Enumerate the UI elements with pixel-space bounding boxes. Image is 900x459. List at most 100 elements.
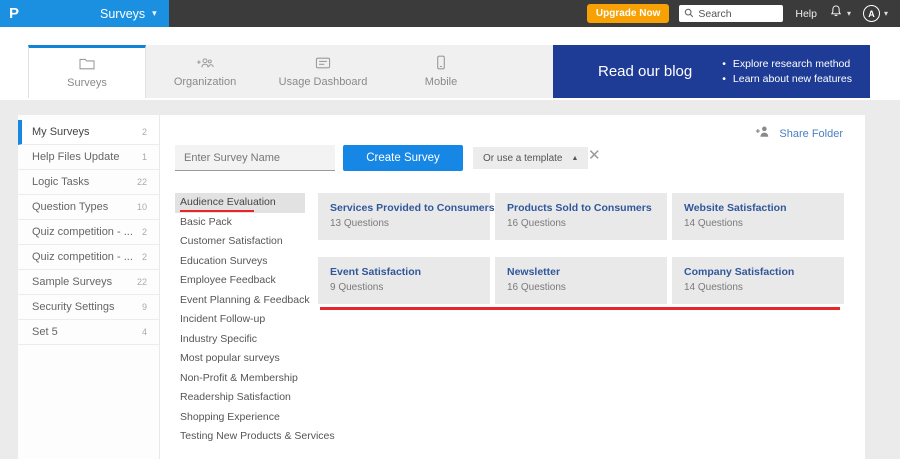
sidebar-item-set-5[interactable]: Set 5 4 <box>18 320 159 345</box>
category-employee-feedback[interactable]: Employee Feedback <box>175 271 305 291</box>
annotation-underline <box>180 209 254 212</box>
template-question-count: 13 Questions <box>330 218 389 229</box>
template-card[interactable]: Website Satisfaction 14 Questions <box>672 193 844 240</box>
folder-label: Quiz competition - ... <box>32 251 133 263</box>
notifications-menu[interactable]: ▾ <box>829 4 851 23</box>
blog-bullet: Learn about new features <box>722 72 852 87</box>
search-icon <box>684 5 694 23</box>
mobile-phone-icon <box>436 55 446 70</box>
chevron-down-icon: ▾ <box>846 9 851 18</box>
chevron-up-icon: ▲ <box>571 154 579 162</box>
blog-bullet: Explore research method <box>722 57 852 72</box>
app-logo[interactable]: P <box>0 0 86 27</box>
folder-label: Help Files Update <box>32 151 120 163</box>
template-card[interactable]: Services Provided to Consumers 13 Questi… <box>318 193 495 240</box>
template-card-grid: Services Provided to Consumers 13 Questi… <box>318 193 848 304</box>
category-incident-follow-up[interactable]: Incident Follow-up <box>175 310 305 330</box>
search-input[interactable] <box>698 7 779 20</box>
blog-banner-bullets: Explore research method Learn about new … <box>722 57 852 87</box>
account-menu[interactable]: A ▾ <box>862 5 888 22</box>
sidebar-item-question-types[interactable]: Question Types 10 <box>18 195 159 220</box>
survey-name-input[interactable] <box>175 145 335 171</box>
category-event-planning-feedback[interactable]: Event Planning & Feedback <box>175 291 310 311</box>
tab-organization[interactable]: Organization <box>146 45 264 98</box>
top-navbar: P Surveys ▾ Upgrade Now Help ▾ A ▾ <box>0 0 900 27</box>
product-switcher-label: Surveys <box>100 6 146 21</box>
folder-count: 2 <box>141 252 147 262</box>
tab-label: Usage Dashboard <box>278 75 368 88</box>
tab-label: Surveys <box>67 77 107 89</box>
blog-banner-title: Read our blog <box>598 63 693 80</box>
category-basic-pack[interactable]: Basic Pack <box>175 213 305 233</box>
folder-icon <box>78 57 96 71</box>
category-readership-satisfaction[interactable]: Readership Satisfaction <box>175 388 305 408</box>
category-industry-specific[interactable]: Industry Specific <box>175 330 305 350</box>
category-label: Audience Evaluation <box>180 196 276 208</box>
tab-mobile[interactable]: Mobile <box>382 45 500 98</box>
tab-surveys[interactable]: Surveys <box>28 45 146 98</box>
read-blog-banner[interactable]: Read our blog Explore research method Le… <box>553 45 870 98</box>
template-card[interactable]: Products Sold to Consumers 16 Questions <box>495 193 667 240</box>
folder-count: 10 <box>136 202 147 212</box>
folder-label: Sample Surveys <box>32 276 113 288</box>
folder-count: 4 <box>141 327 147 337</box>
sidebar-item-quiz-competition-2[interactable]: Quiz competition - ... 2 <box>18 245 159 270</box>
upgrade-now-button[interactable]: Upgrade Now <box>586 4 670 23</box>
dashboard-card-icon <box>314 56 332 70</box>
sidebar-item-logic-tasks[interactable]: Logic Tasks 22 <box>18 170 159 195</box>
folder-count: 2 <box>141 227 147 237</box>
share-folder-button[interactable]: Share Folder <box>755 125 843 143</box>
category-most-popular-surveys[interactable]: Most popular surveys <box>175 349 305 369</box>
people-add-icon <box>195 56 215 70</box>
folder-count: 9 <box>141 302 147 312</box>
template-category-list: Audience Evaluation Basic Pack Customer … <box>175 193 335 447</box>
category-non-profit-membership[interactable]: Non-Profit & Membership <box>175 369 305 389</box>
help-link[interactable]: Help <box>795 8 817 20</box>
sidebar-item-security-settings[interactable]: Security Settings 9 <box>18 295 159 320</box>
template-question-count: 16 Questions <box>507 218 566 229</box>
product-switcher[interactable]: Surveys ▾ <box>86 0 169 27</box>
folder-count: 1 <box>141 152 147 162</box>
share-folder-label: Share Folder <box>779 128 843 140</box>
template-title: Newsletter <box>507 266 561 278</box>
sidebar-item-quiz-competition-1[interactable]: Quiz competition - ... 2 <box>18 220 159 245</box>
create-survey-button[interactable]: Create Survey <box>343 145 463 171</box>
sidebar-item-help-files-update[interactable]: Help Files Update 1 <box>18 145 159 170</box>
folder-count: 22 <box>136 177 147 187</box>
template-question-count: 16 Questions <box>507 282 566 293</box>
avatar: A <box>862 5 880 22</box>
logo-p-icon: P <box>9 5 20 22</box>
sidebar-item-my-surveys[interactable]: My Surveys 2 <box>18 120 159 145</box>
person-add-icon <box>755 125 770 143</box>
template-question-count: 14 Questions <box>684 218 743 229</box>
tab-usage-dashboard[interactable]: Usage Dashboard <box>264 45 382 98</box>
template-card[interactable]: Newsletter 16 Questions <box>495 257 667 304</box>
folder-count: 22 <box>136 277 147 287</box>
category-shopping-experience[interactable]: Shopping Experience <box>175 408 305 428</box>
category-customer-satisfaction[interactable]: Customer Satisfaction <box>175 232 305 252</box>
template-title: Website Satisfaction <box>684 202 787 214</box>
main-panel: My Surveys 2 Help Files Update 1 Logic T… <box>18 115 865 459</box>
template-question-count: 9 Questions <box>330 282 384 293</box>
chevron-down-icon: ▾ <box>883 9 888 18</box>
template-card[interactable]: Event Satisfaction 9 Questions <box>318 257 490 304</box>
template-question-count: 14 Questions <box>684 282 743 293</box>
category-testing-new-products[interactable]: Testing New Products & Services <box>175 427 335 447</box>
template-card[interactable]: Company Satisfaction 14 Questions <box>672 257 844 304</box>
navbar-right-cluster: Upgrade Now Help ▾ A ▾ <box>586 4 900 23</box>
category-audience-evaluation[interactable]: Audience Evaluation <box>175 193 305 213</box>
folder-label: Quiz competition - ... <box>32 226 133 238</box>
category-education-surveys[interactable]: Education Surveys <box>175 252 305 272</box>
global-search[interactable] <box>679 5 784 23</box>
sidebar-item-sample-surveys[interactable]: Sample Surveys 22 <box>18 270 159 295</box>
survey-folder-list: My Surveys 2 Help Files Update 1 Logic T… <box>18 115 160 459</box>
chevron-down-icon: ▾ <box>152 8 157 18</box>
folder-label: Set 5 <box>32 326 58 338</box>
tab-label: Organization <box>173 75 237 88</box>
section-tabstrip: Surveys Organization Usage Dashboard Mob… <box>28 45 870 98</box>
use-template-label: Or use a template <box>483 152 563 164</box>
close-icon[interactable]: ✕ <box>588 145 601 167</box>
folder-label: Question Types <box>32 201 109 213</box>
use-template-dropdown[interactable]: Or use a template ▲ <box>473 147 589 169</box>
template-title: Company Satisfaction <box>684 266 795 278</box>
